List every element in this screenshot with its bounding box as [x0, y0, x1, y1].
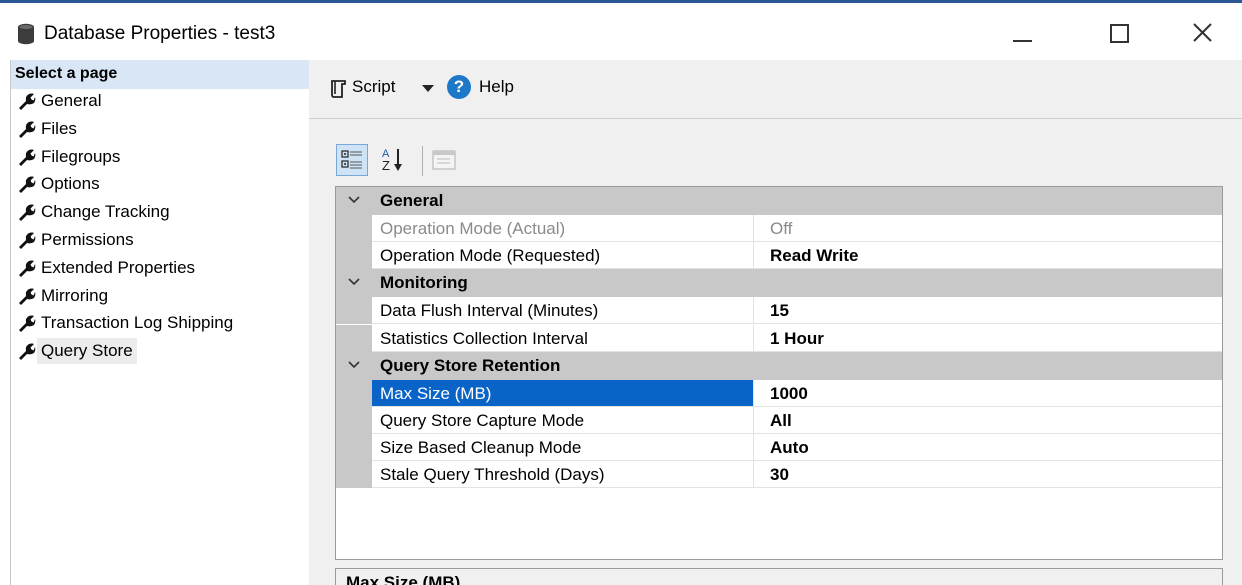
description-title: Max Size (MB) [346, 573, 461, 585]
wrench-icon [19, 315, 36, 333]
row-gutter [336, 379, 372, 407]
nav-item-label: Filegroups [41, 146, 121, 166]
category-general[interactable]: General [336, 187, 1222, 215]
nav-item-label: Options [41, 174, 100, 194]
property-name[interactable]: Stale Query Threshold (Days) [372, 461, 754, 489]
help-icon[interactable]: ? [447, 75, 471, 99]
property-value[interactable]: Read Write [754, 242, 1222, 270]
script-button[interactable]: Script [352, 77, 395, 97]
property-value[interactable]: 1000 [754, 380, 1222, 407]
row-gutter [336, 242, 372, 270]
help-button[interactable]: Help [479, 77, 514, 97]
description-panel: Max Size (MB) [335, 568, 1223, 585]
row-gutter [336, 461, 372, 489]
wrench-icon [19, 232, 36, 249]
svg-text:Z: Z [382, 158, 390, 173]
property-pages-icon[interactable] [432, 150, 456, 170]
property-row[interactable]: Operation Mode (Actual) Off [336, 215, 1222, 242]
property-row[interactable]: Max Size (MB) 1000 [336, 379, 1222, 407]
toolbar: Script ? Help [309, 60, 1242, 119]
categorized-view-button[interactable] [336, 144, 368, 176]
nav-item-label: Extended Properties [41, 257, 196, 277]
minimize-button[interactable] [1000, 11, 1046, 57]
chevron-down-icon[interactable] [347, 358, 361, 372]
property-row[interactable]: Stale Query Threshold (Days) 30 [336, 461, 1222, 489]
content-pane: Script ? Help A Z General Operation Mode… [309, 60, 1242, 585]
property-row[interactable]: Statistics Collection Interval 1 Hour [336, 324, 1222, 352]
property-name[interactable]: Size Based Cleanup Mode [372, 434, 754, 462]
category-label: Query Store Retention [380, 355, 561, 375]
row-gutter [336, 215, 372, 242]
wrench-icon [19, 93, 36, 110]
page-selector-pane: Select a page General Files Filegroups Opti… [10, 60, 310, 585]
property-row[interactable]: Query Store Capture Mode All [336, 407, 1222, 434]
property-row[interactable]: Operation Mode (Requested) Read Write [336, 242, 1222, 270]
wrench-icon [19, 288, 36, 305]
nav-item-label: Change Tracking [41, 202, 170, 222]
chevron-down-icon[interactable] [347, 193, 361, 207]
property-name[interactable]: Query Store Capture Mode [372, 407, 754, 434]
category-label: General [380, 191, 444, 210]
property-grid: General Operation Mode (Actual) Off Operati… [335, 186, 1223, 560]
categorized-icon [341, 150, 362, 169]
property-value[interactable]: All [754, 407, 1222, 434]
chevron-down-icon[interactable] [347, 275, 361, 289]
row-gutter [336, 324, 372, 352]
property-grid-toolbar: A Z [334, 144, 534, 180]
property-value[interactable]: Off [754, 215, 1222, 242]
category-monitoring[interactable]: Monitoring [336, 269, 1222, 298]
nav-item-label: General [41, 91, 102, 110]
script-icon[interactable] [329, 79, 347, 99]
property-name[interactable]: Max Size (MB) [372, 379, 754, 407]
nav-item-label: Mirroring [41, 285, 109, 305]
maximize-button[interactable] [1096, 11, 1142, 57]
wrench-icon [19, 343, 36, 361]
wrench-icon [19, 204, 36, 222]
nav-item-label: Files [41, 118, 77, 138]
property-name[interactable]: Operation Mode (Requested) [372, 242, 754, 270]
nav-item-label: Query Store [37, 338, 137, 365]
wrench-icon [19, 260, 36, 277]
wrench-icon [19, 149, 36, 166]
script-dropdown-arrow-icon[interactable] [422, 85, 434, 92]
close-icon [1193, 23, 1212, 42]
nav-item-label: Permissions [41, 230, 134, 249]
row-gutter [336, 434, 372, 462]
property-value[interactable]: Auto [754, 434, 1222, 462]
category-query-store-retention[interactable]: Query Store Retention [336, 351, 1222, 380]
property-value[interactable]: 1 Hour [754, 325, 1222, 352]
window-title: Database Properties - test3 [44, 23, 276, 44]
row-gutter [336, 407, 372, 434]
property-name[interactable]: Statistics Collection Interval [372, 324, 754, 352]
property-row[interactable]: Data Flush Interval (Minutes) 15 [336, 297, 1222, 325]
wrench-icon [19, 176, 36, 194]
close-button[interactable] [1180, 11, 1226, 57]
wrench-icon [19, 121, 36, 138]
nav-item-label: Transaction Log Shipping [41, 313, 234, 333]
alphabetical-view-button[interactable]: A Z [376, 144, 410, 176]
sort-alpha-icon: A Z [382, 148, 402, 173]
category-label: Monitoring [380, 273, 468, 293]
database-icon [18, 23, 34, 45]
toolbar-separator [422, 146, 423, 176]
row-gutter [336, 297, 372, 325]
property-name[interactable]: Operation Mode (Actual) [372, 215, 754, 242]
title-bar: Database Properties - test3 [0, 3, 1242, 60]
property-row[interactable]: Size Based Cleanup Mode Auto [336, 434, 1222, 462]
property-name[interactable]: Data Flush Interval (Minutes) [372, 297, 754, 325]
select-page-header: Select a page [11, 60, 309, 89]
property-value[interactable]: 15 [754, 297, 1222, 325]
property-value[interactable]: 30 [754, 461, 1222, 489]
